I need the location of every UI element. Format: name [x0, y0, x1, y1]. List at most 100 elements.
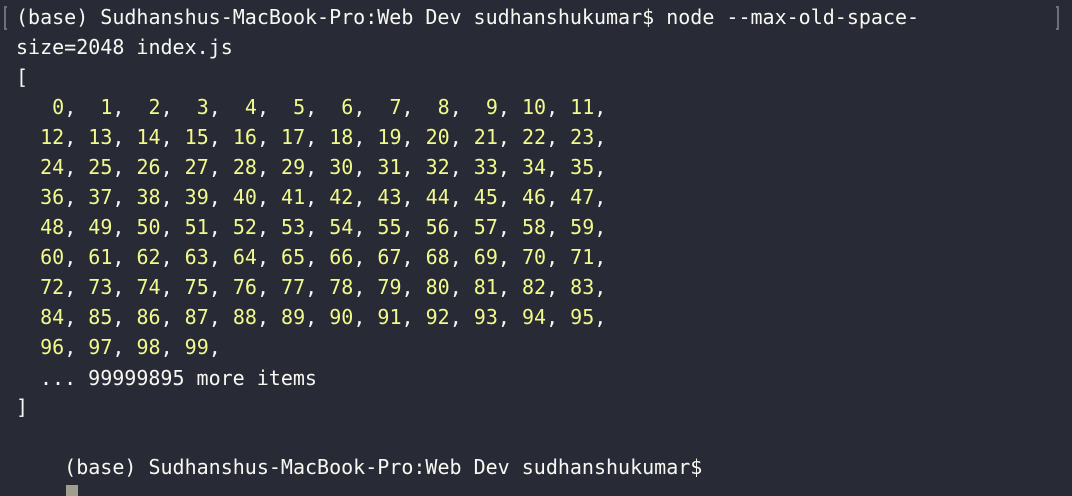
array-value: 97 — [88, 335, 113, 359]
array-value: 79 — [377, 275, 402, 299]
line-mark-left — [4, 6, 7, 30]
array-row: 84, 85, 86, 87, 88, 89, 90, 91, 92, 93, … — [40, 305, 619, 329]
array-value: 56 — [425, 215, 450, 239]
array-value: 65 — [281, 245, 306, 269]
array-value: 42 — [329, 185, 354, 209]
array-value: 77 — [281, 275, 306, 299]
array-value: 64 — [232, 245, 257, 269]
array-value: 16 — [232, 125, 257, 149]
array-value: 33 — [473, 155, 498, 179]
array-value: 48 — [40, 215, 65, 239]
command-line-1: (base) Sudhanshus-MacBook-Pro:Web Dev su… — [16, 5, 920, 29]
array-value: 63 — [184, 245, 209, 269]
array-row: 60, 61, 62, 63, 64, 65, 66, 67, 68, 69, … — [40, 245, 619, 269]
array-value: 13 — [88, 125, 113, 149]
array-value: 76 — [232, 275, 257, 299]
array-value: 75 — [184, 275, 209, 299]
array-value: 15 — [184, 125, 209, 149]
array-value: 40 — [232, 185, 257, 209]
array-value: 74 — [136, 275, 161, 299]
prompt-line[interactable]: (base) Sudhanshus-MacBook-Pro:Web Dev su… — [16, 422, 702, 496]
array-value: 49 — [88, 215, 113, 239]
array-row: 48, 49, 50, 51, 52, 53, 54, 55, 56, 57, … — [40, 215, 619, 239]
array-value: 35 — [570, 155, 595, 179]
array-value: 60 — [40, 245, 65, 269]
array-value: 9 — [485, 95, 498, 119]
array-row: 0, 1, 2, 3, 4, 5, 6, 7, 8, 9, 10, 11, — [52, 95, 619, 119]
array-value: 87 — [184, 305, 209, 329]
line-mark-right — [1056, 6, 1059, 30]
array-value: 67 — [377, 245, 402, 269]
array-value: 34 — [521, 155, 547, 179]
array-value: 81 — [473, 275, 498, 299]
prompt-text: (base) Sudhanshus-MacBook-Pro:Web Dev su… — [64, 455, 703, 479]
array-value: 66 — [329, 245, 354, 269]
array-value: 24 — [40, 155, 65, 179]
array-value: 36 — [40, 185, 65, 209]
array-value: 82 — [521, 275, 547, 299]
array-value: 30 — [329, 155, 354, 179]
array-value: 93 — [473, 305, 498, 329]
array-value: 5 — [293, 95, 306, 119]
array-row: 96, 97, 98, 99, — [40, 335, 233, 359]
array-value: 53 — [281, 215, 306, 239]
array-value: 2 — [148, 95, 161, 119]
array-value: 22 — [521, 125, 547, 149]
array-value: 85 — [88, 305, 113, 329]
array-value: 6 — [341, 95, 354, 119]
array-value: 72 — [40, 275, 65, 299]
text-cursor — [66, 484, 79, 496]
array-value: 39 — [184, 185, 209, 209]
array-row: 36, 37, 38, 39, 40, 41, 42, 43, 44, 45, … — [40, 185, 619, 209]
array-value: 54 — [329, 215, 354, 239]
array-value: 51 — [184, 215, 209, 239]
array-value: 86 — [136, 305, 161, 329]
array-value: 38 — [136, 185, 161, 209]
array-value: 99 — [184, 335, 209, 359]
array-value: 96 — [40, 335, 65, 359]
array-value: 92 — [425, 305, 450, 329]
array-value: 71 — [570, 245, 595, 269]
array-value: 78 — [329, 275, 354, 299]
command-line-2: size=2048 index.js — [16, 35, 233, 59]
array-value: 17 — [281, 125, 306, 149]
array-value: 84 — [40, 305, 65, 329]
array-row: 12, 13, 14, 15, 16, 17, 18, 19, 20, 21, … — [40, 125, 619, 149]
array-row: 24, 25, 26, 27, 28, 29, 30, 31, 32, 33, … — [40, 155, 619, 179]
more-items-text: ... 99999895 more items — [40, 366, 317, 390]
array-value: 3 — [196, 95, 209, 119]
array-value: 31 — [377, 155, 402, 179]
array-value: 0 — [52, 95, 65, 119]
array-value: 95 — [570, 305, 595, 329]
array-value: 55 — [377, 215, 402, 239]
array-value: 14 — [136, 125, 161, 149]
array-row: 72, 73, 74, 75, 76, 77, 78, 79, 80, 81, … — [40, 275, 619, 299]
terminal-window[interactable]: (base) Sudhanshus-MacBook-Pro:Web Dev su… — [0, 0, 1072, 496]
array-value: 26 — [136, 155, 161, 179]
array-value: 73 — [88, 275, 113, 299]
array-value: 27 — [184, 155, 209, 179]
array-value: 12 — [40, 125, 65, 149]
array-value: 10 — [521, 95, 547, 119]
array-value: 44 — [425, 185, 450, 209]
array-close-bracket: ] — [16, 395, 29, 419]
array-value: 68 — [425, 245, 450, 269]
array-value: 47 — [570, 185, 595, 209]
array-value: 19 — [377, 125, 402, 149]
array-value: 41 — [281, 185, 306, 209]
array-value: 57 — [473, 215, 498, 239]
array-value: 1 — [100, 95, 113, 119]
array-value: 62 — [136, 245, 161, 269]
array-value: 46 — [521, 185, 547, 209]
array-value: 80 — [425, 275, 450, 299]
array-value: 7 — [389, 95, 402, 119]
array-open-bracket: [ — [16, 65, 29, 89]
array-value: 28 — [232, 155, 257, 179]
array-value: 94 — [521, 305, 547, 329]
array-value: 11 — [570, 95, 595, 119]
array-value: 4 — [244, 95, 257, 119]
array-value: 69 — [473, 245, 498, 269]
array-value: 90 — [329, 305, 354, 329]
array-value: 18 — [329, 125, 354, 149]
array-value: 25 — [88, 155, 113, 179]
